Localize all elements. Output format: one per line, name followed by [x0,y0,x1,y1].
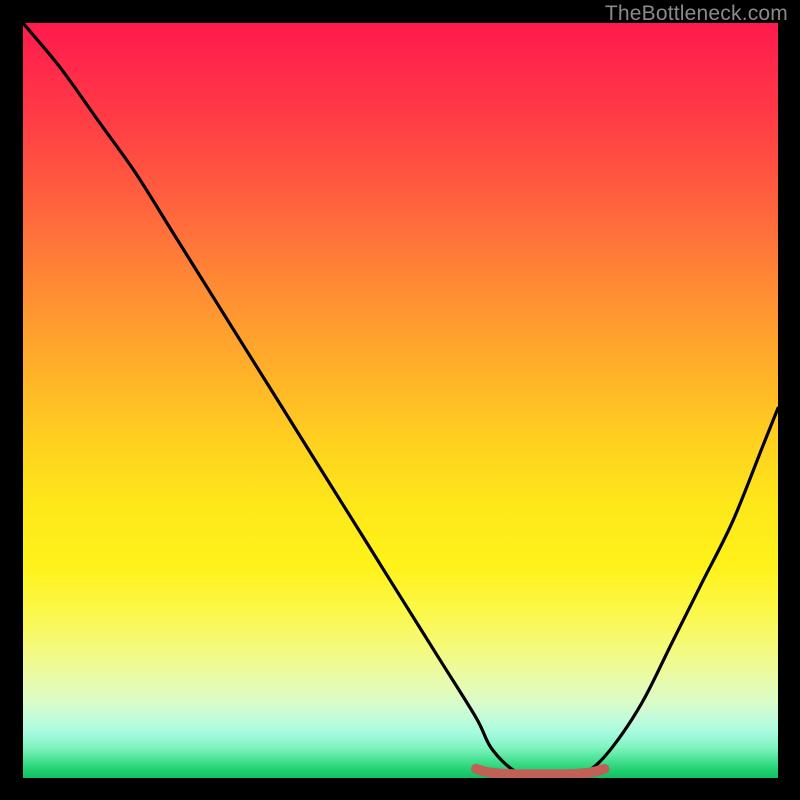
main-curve [23,23,778,778]
plot-area [23,23,778,778]
chart-root: TheBottleneck.com [0,0,800,800]
curve-layer [23,23,778,778]
flat-accent-segment [476,769,604,774]
watermark-text: TheBottleneck.com [605,2,788,26]
